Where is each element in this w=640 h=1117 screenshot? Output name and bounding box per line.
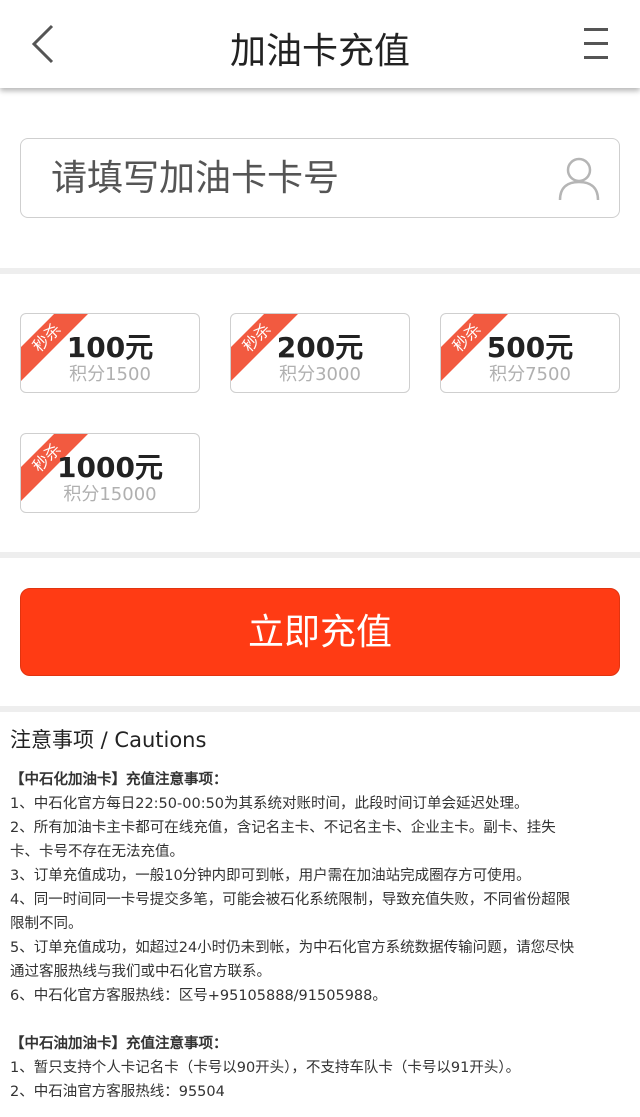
note-line: 卡、卡号不存在无法充值。 <box>10 844 184 860</box>
note-line: 5、订单充值成功，如超过24小时仍未到帐，为中石化官方系统数据传输问题，请您尽快 <box>10 940 575 956</box>
recharge-now-button[interactable]: 立即充值 <box>20 588 620 676</box>
top-nav-bar: 加油卡充值 <box>0 0 640 88</box>
page-title: 加油卡充值 <box>229 31 410 72</box>
note-line: 6、中石化官方客服热线：区号+95105888/91505988。 <box>10 988 387 1004</box>
note-line: 1、中石化官方每日22:50-00:50为其系统对账时间，此段时间订单会延迟处理… <box>10 796 529 812</box>
sinopec-notes-heading: 【中石化加油卡】充值注意事项： <box>10 772 228 788</box>
note-line: 4、同一时间同一卡号提交多笔，可能会被石化系统限制，导致充值失败，不同省份超限 <box>10 892 571 908</box>
amount-option-100[interactable]: 秒杀 100元 积分1500 <box>20 313 200 393</box>
notes-spacer <box>10 1008 630 1032</box>
card-number-section <box>0 88 640 268</box>
petrochina-notes-heading: 【中石油加油卡】充值注意事项： <box>10 1036 228 1052</box>
amount-points: 积分3000 <box>279 364 361 385</box>
card-number-input[interactable] <box>51 149 551 207</box>
cautions-section: 注意事项 / Cautions 【中石化加油卡】充值注意事项： 1、中石化官方每… <box>0 712 640 1104</box>
note-line: 2、所有加油卡主卡都可在线充值，含记名主卡、不记名主卡、企业主卡。副卡、挂失 <box>10 820 556 836</box>
amount-points: 积分15000 <box>63 484 157 505</box>
user-icon <box>558 157 600 201</box>
amount-option-200[interactable]: 秒杀 200元 积分3000 <box>230 313 410 393</box>
amount-option-1000[interactable]: 秒杀 1000元 积分15000 <box>20 433 200 513</box>
note-line: 1、暂只支持个人卡记名卡（卡号以90开头），不支持车队卡（卡号以91开头）。 <box>10 1060 521 1076</box>
cautions-title: 注意事项 / Cautions <box>10 728 207 752</box>
amount-points: 积分7500 <box>489 364 571 385</box>
menu-button[interactable] <box>576 24 616 64</box>
note-line: 3、订单充值成功，一般10分钟内即可到帐，用户需在加油站完成圈存方可使用。 <box>10 868 531 884</box>
note-line: 2、中石油官方客服热线：95504 <box>10 1084 225 1100</box>
hamburger-menu-icon <box>584 28 608 59</box>
amount-options: 秒杀 100元 积分1500 秒杀 200元 积分3000 秒杀 500元 积分… <box>0 274 640 552</box>
note-line: 通过客服热线与我们或中石化官方联系。 <box>10 964 271 980</box>
section-divider <box>0 552 640 558</box>
amount-points: 积分1500 <box>69 364 151 385</box>
card-number-field <box>20 138 620 218</box>
amount-option-500[interactable]: 秒杀 500元 积分7500 <box>440 313 620 393</box>
note-line: 限制不同。 <box>10 916 83 932</box>
